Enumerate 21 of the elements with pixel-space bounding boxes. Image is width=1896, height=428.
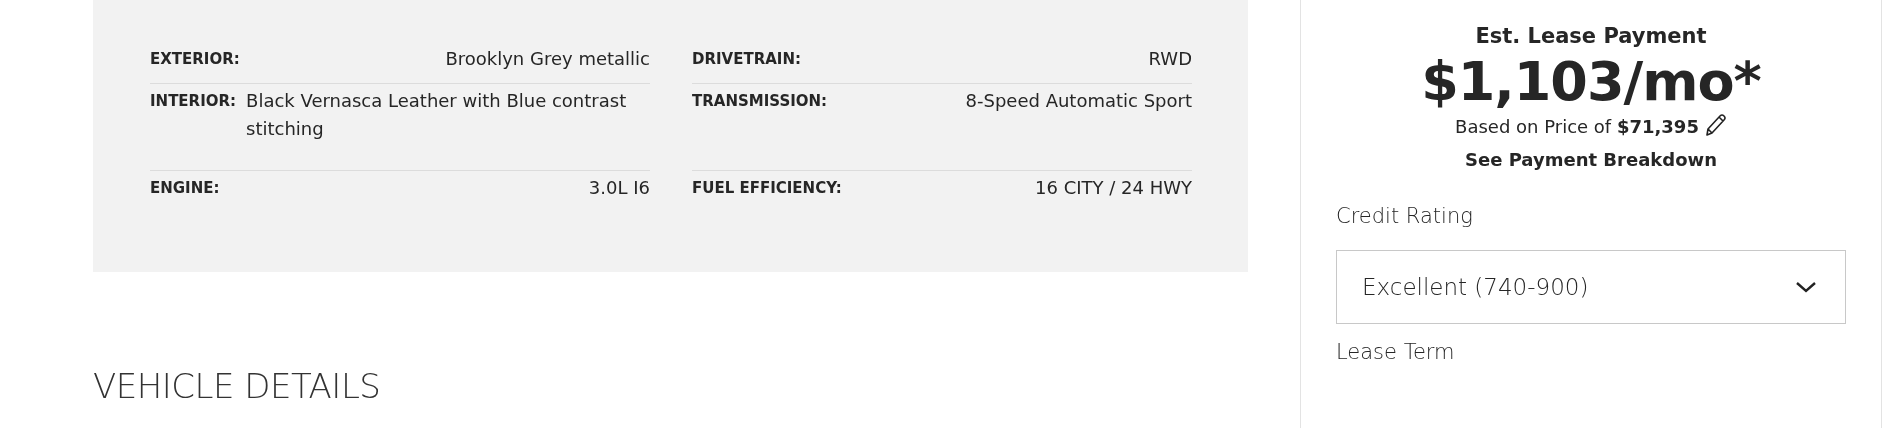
spec-label: FUEL EFFICIENCY: — [692, 178, 842, 198]
payment-amount: $1,103/mo* — [1421, 50, 1761, 113]
field-label: Credit Rating — [1336, 204, 1473, 228]
spec-value: 3.0L I6 — [588, 177, 650, 198]
chevron-down-icon — [1795, 280, 1817, 294]
spec-label: ENGINE: — [150, 178, 220, 198]
spec-label: EXTERIOR: — [150, 49, 240, 69]
spec-value: 16 CITY / 24 HWY — [1035, 177, 1192, 198]
lease-title: Est. Lease Payment — [1475, 24, 1707, 48]
payment-breakdown-link[interactable]: See Payment Breakdown — [1465, 149, 1717, 170]
field-label: Lease Term — [1336, 340, 1455, 364]
spec-value: Brooklyn Grey metallic — [445, 48, 650, 69]
spec-label: TRANSMISSION: — [692, 91, 828, 112]
section-heading: VEHICLE DETAILS — [93, 366, 382, 406]
spec-value: RWD — [1148, 48, 1192, 69]
spec-value: 8-Speed Automatic Sport — [965, 90, 1192, 113]
credit-rating-select[interactable]: Excellent (740-900) — [1336, 250, 1846, 324]
spec-value: Black Vernasca Leather with Blue contrast stitching — [246, 89, 628, 141]
spec-label: INTERIOR: — [150, 91, 237, 112]
price-basis: Based on Price of $71,395 — [1455, 115, 1699, 137]
spec-label: DRIVETRAIN: — [692, 49, 801, 69]
